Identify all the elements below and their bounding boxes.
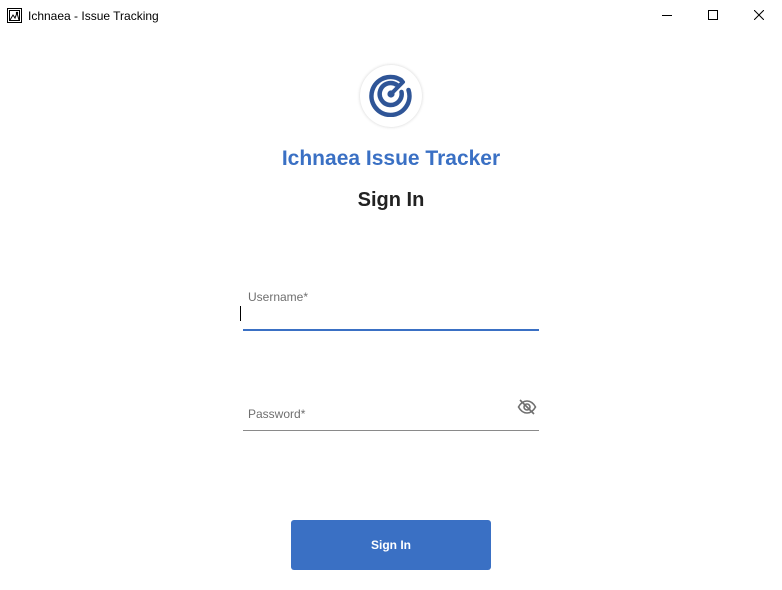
username-input[interactable] — [243, 305, 539, 327]
radar-target-icon — [368, 71, 414, 122]
username-field[interactable]: Username* — [240, 285, 539, 331]
sign-in-button[interactable]: Sign In — [291, 520, 491, 570]
close-button[interactable] — [736, 0, 782, 31]
app-window-icon — [7, 8, 22, 23]
username-label: Username* — [248, 290, 309, 304]
password-underline — [243, 430, 539, 431]
page-title: Sign In — [357, 189, 425, 211]
app-name-heading: Ichnaea Issue Tracker — [281, 147, 501, 170]
close-icon — [753, 7, 765, 25]
app-window: Ichnaea - Issue Tracking Ichnaea Issue T… — [0, 0, 782, 590]
app-logo — [360, 65, 422, 127]
username-underline — [243, 329, 539, 331]
minimize-icon — [662, 7, 672, 25]
maximize-icon — [708, 7, 718, 25]
title-bar[interactable]: Ichnaea - Issue Tracking — [0, 0, 782, 31]
password-visibility-toggle[interactable] — [516, 398, 538, 420]
maximize-button[interactable] — [690, 0, 736, 31]
eye-off-icon — [517, 398, 537, 420]
password-input[interactable] — [243, 402, 539, 428]
window-title: Ichnaea - Issue Tracking — [28, 9, 159, 23]
text-caret — [240, 306, 241, 321]
minimize-button[interactable] — [644, 0, 690, 31]
password-field[interactable]: Password* — [243, 398, 539, 431]
